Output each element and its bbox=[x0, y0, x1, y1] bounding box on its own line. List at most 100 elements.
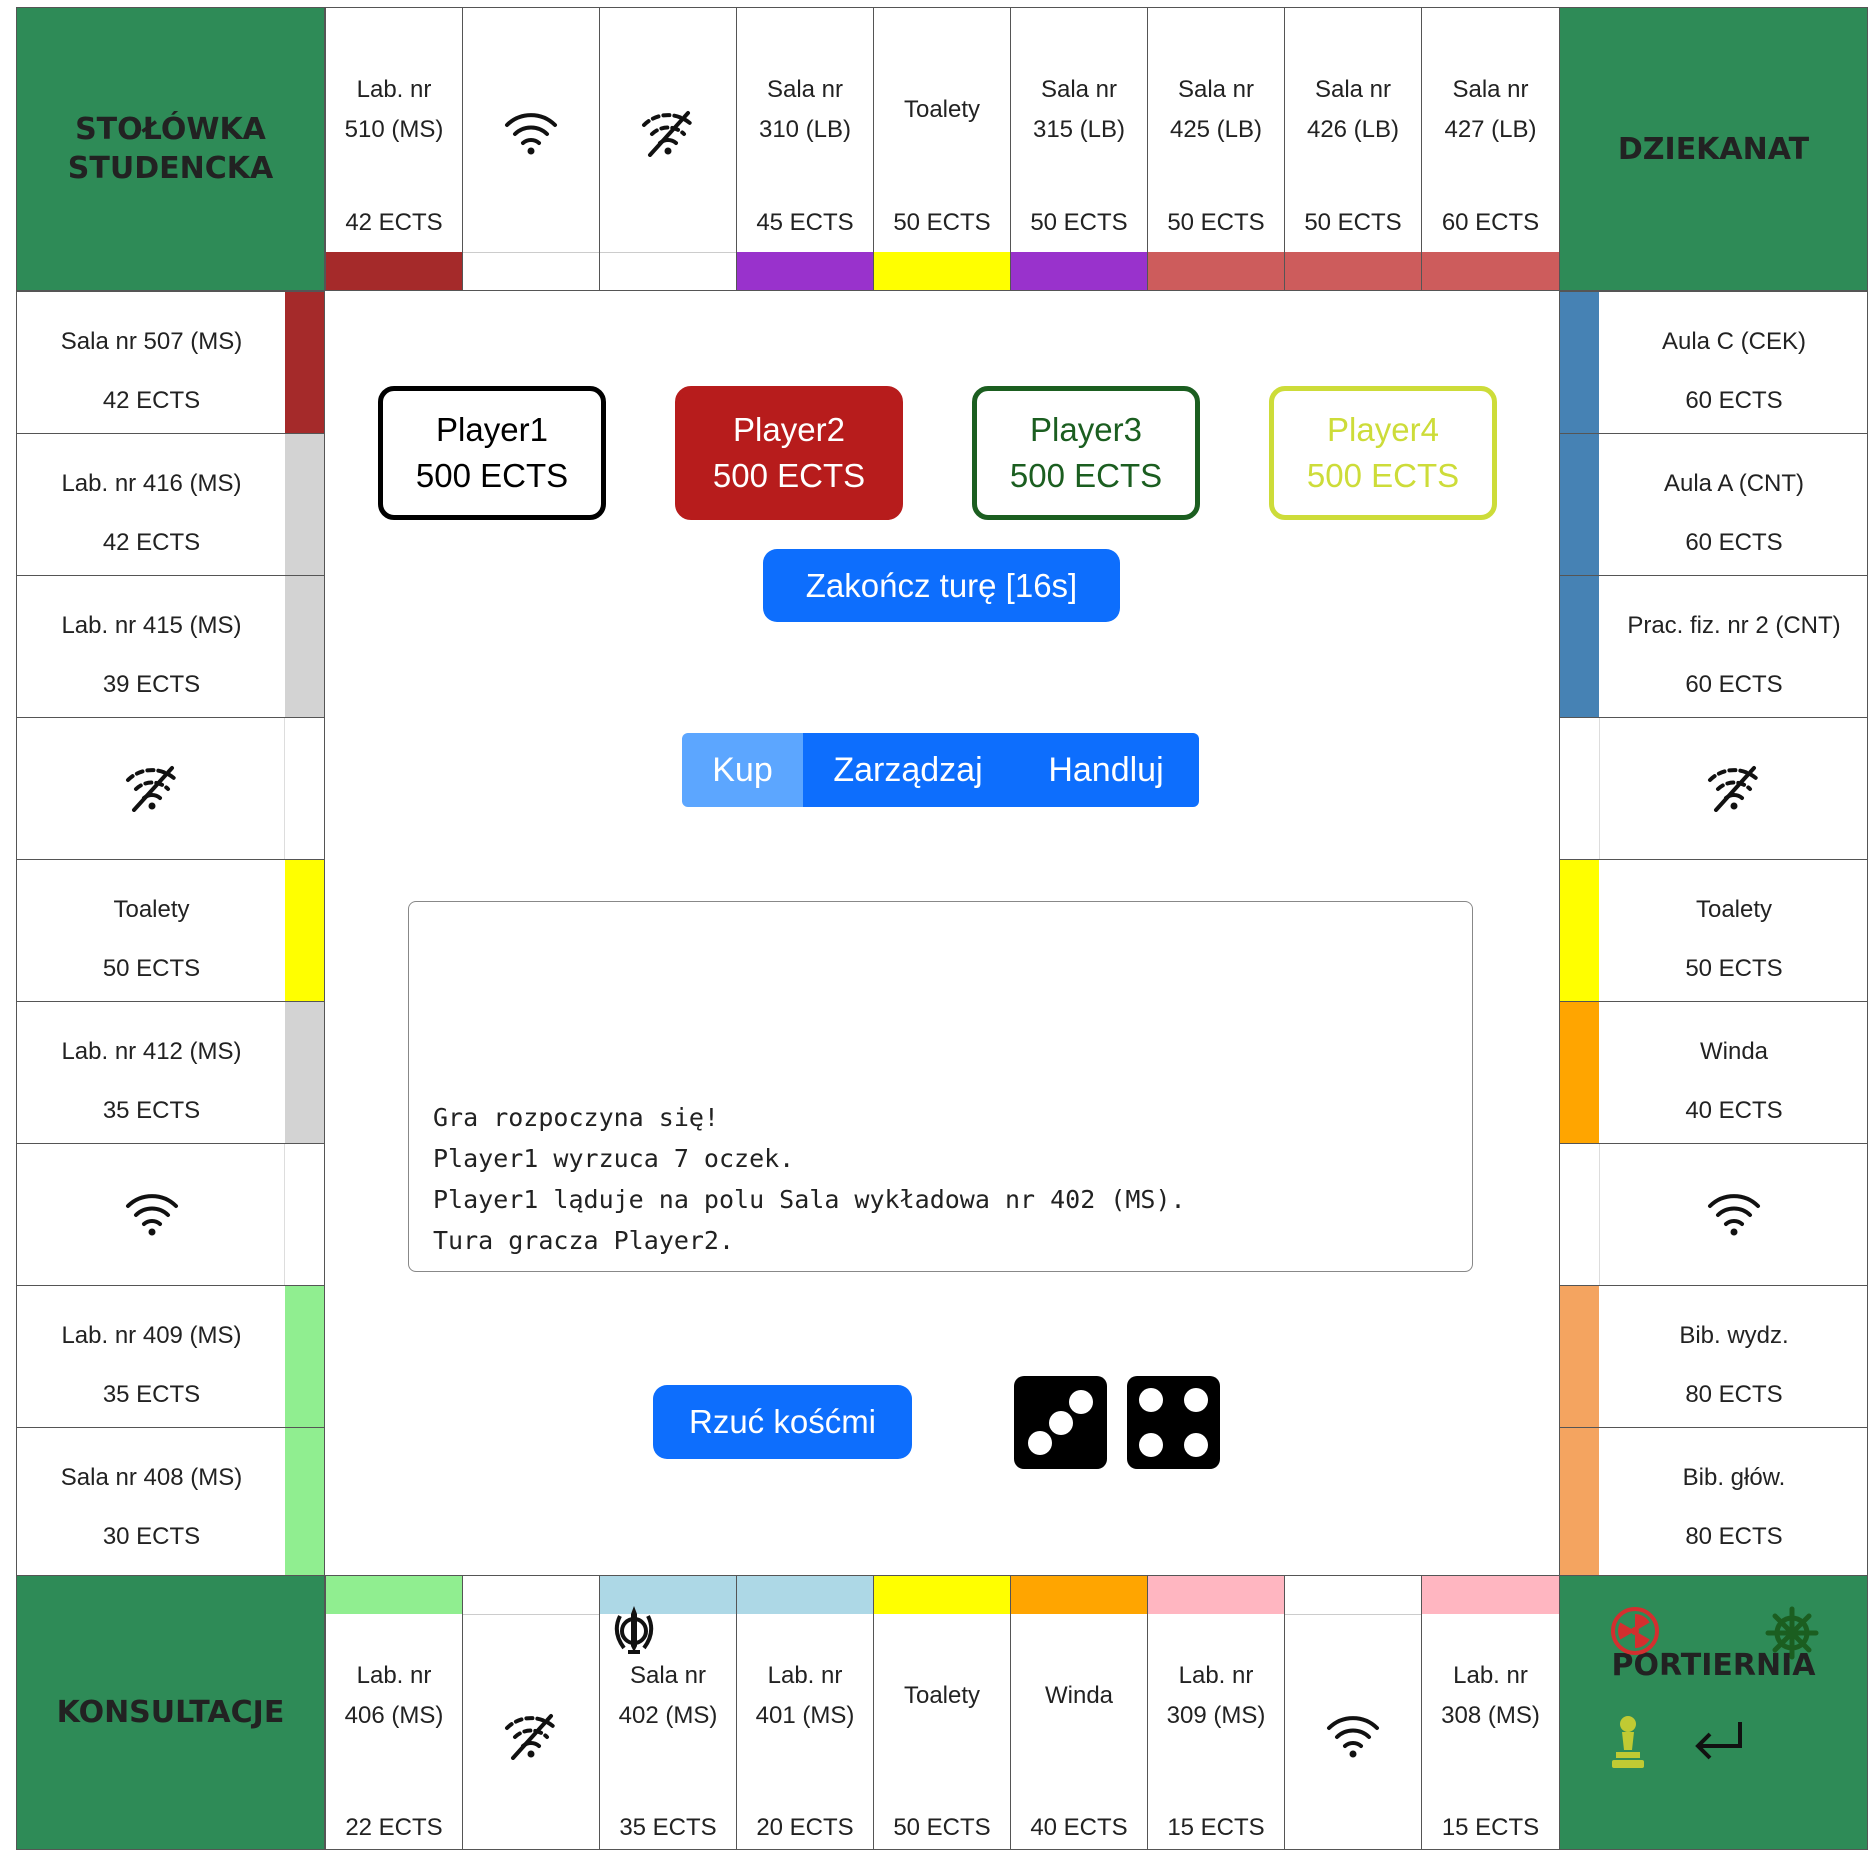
space-toalety-left[interactable]: Toalety 50 ECTS bbox=[16, 859, 325, 1002]
space-sala-426[interactable]: Sala nr 426 (LB) 50 ECTS bbox=[1284, 7, 1422, 291]
space-price: 15 ECTS bbox=[1441, 1814, 1540, 1841]
space-line1: Sala nr bbox=[766, 76, 844, 103]
space-sala-310[interactable]: Sala nr 310 (LB) 45 ECTS bbox=[736, 7, 874, 291]
space-lab-401[interactable]: Lab. nr 401 (MS) 20 ECTS bbox=[736, 1575, 874, 1850]
space-line2: 308 (MS) bbox=[1441, 1702, 1540, 1729]
wifi-icon bbox=[1708, 1194, 1760, 1236]
corner-dziekanat[interactable]: DZIEKANAT bbox=[1559, 7, 1868, 291]
space-toalety-top[interactable]: Toalety 50 ECTS bbox=[873, 7, 1011, 291]
space-price: 80 ECTS bbox=[1685, 1381, 1783, 1408]
color-bar bbox=[1422, 252, 1559, 290]
player-card-3[interactable]: Player3 500 ECTS bbox=[972, 386, 1200, 520]
space-wifi[interactable] bbox=[1559, 1143, 1868, 1286]
space-price: 60 ECTS bbox=[1685, 529, 1783, 556]
space-toalety-bottom[interactable]: Toalety 50 ECTS bbox=[873, 1575, 1011, 1850]
space-aula-c[interactable]: Aula C (CEK) 60 ECTS bbox=[1559, 291, 1868, 434]
player-card-4[interactable]: Player4 500 ECTS bbox=[1269, 386, 1497, 520]
space-sala-408[interactable]: Sala nr 408 (MS) 30 ECTS bbox=[16, 1427, 325, 1576]
space-lab-309[interactable]: Lab. nr 309 (MS) 15 ECTS bbox=[1147, 1575, 1285, 1850]
space-price: 39 ECTS bbox=[102, 671, 201, 698]
die-2 bbox=[1127, 1376, 1220, 1469]
player-card-2[interactable]: Player2 500 ECTS bbox=[675, 386, 903, 520]
space-price: 50 ECTS bbox=[1167, 209, 1265, 236]
space-price: 50 ECTS bbox=[893, 1814, 991, 1841]
space-price: 50 ECTS bbox=[893, 209, 991, 236]
space-lab-412[interactable]: Lab. nr 412 (MS) 35 ECTS bbox=[16, 1001, 325, 1144]
color-bar bbox=[1560, 292, 1599, 433]
corner-stolowka-line1: STOŁÓWKA bbox=[75, 112, 266, 147]
space-line1: Toalety bbox=[903, 96, 981, 123]
die-1 bbox=[1014, 1376, 1107, 1469]
space-name: Lab. nr 409 (MS) bbox=[61, 1322, 242, 1349]
space-toalety-right[interactable]: Toalety 50 ECTS bbox=[1559, 859, 1868, 1002]
tab-kup[interactable]: Kup bbox=[682, 733, 803, 807]
space-lab-510[interactable]: Lab. nr 510 (MS) 42 ECTS bbox=[325, 7, 463, 291]
space-sala-315[interactable]: Sala nr 315 (LB) 50 ECTS bbox=[1010, 7, 1148, 291]
space-wifi[interactable] bbox=[16, 1143, 325, 1286]
die-pip bbox=[1139, 1433, 1163, 1457]
space-line2: 315 (LB) bbox=[1032, 116, 1126, 143]
space-lab-416[interactable]: Lab. nr 416 (MS) 42 ECTS bbox=[16, 433, 325, 576]
space-line2: 510 (MS) bbox=[344, 116, 444, 143]
roll-dice-button[interactable]: Rzuć kośćmi bbox=[653, 1385, 912, 1459]
game-log[interactable]: Gra rozpoczyna się! Player1 wyrzuca 7 oc… bbox=[408, 901, 1473, 1272]
space-line2: 310 (LB) bbox=[758, 116, 852, 143]
space-bib-glow[interactable]: Bib. głów. 80 ECTS bbox=[1559, 1427, 1868, 1576]
space-price: 40 ECTS bbox=[1685, 1097, 1783, 1124]
space-aula-a[interactable]: Aula A (CNT) 60 ECTS bbox=[1559, 433, 1868, 576]
space-price: 42 ECTS bbox=[102, 529, 201, 556]
space-wifi-off[interactable] bbox=[462, 1575, 600, 1850]
space-sala-402[interactable]: Sala nr 402 (MS) 35 ECTS bbox=[599, 1575, 737, 1850]
action-tabs: Kup Zarządzaj Handluj bbox=[682, 733, 1199, 807]
end-turn-button[interactable]: Zakończ turę [16s] bbox=[763, 549, 1120, 622]
corner-dziekanat-label: DZIEKANAT bbox=[1617, 131, 1810, 167]
space-line1: Sala nr bbox=[1314, 76, 1392, 103]
space-wifi-off[interactable] bbox=[16, 717, 325, 860]
space-line1: Lab. nr bbox=[356, 76, 432, 103]
space-wifi-off[interactable] bbox=[599, 7, 737, 291]
color-bar bbox=[1560, 1428, 1599, 1575]
space-winda-right[interactable]: Winda 40 ECTS bbox=[1559, 1001, 1868, 1144]
color-bar bbox=[285, 1286, 324, 1427]
space-price: 60 ECTS bbox=[1441, 209, 1540, 236]
space-bib-wydz[interactable]: Bib. wydz. 80 ECTS bbox=[1559, 1285, 1868, 1428]
color-bar bbox=[326, 1576, 462, 1614]
corner-portiernia[interactable]: PORTIERNIA bbox=[1559, 1575, 1868, 1850]
space-wifi-off[interactable] bbox=[1559, 717, 1868, 860]
wifi-icon bbox=[505, 113, 557, 155]
space-lab-406[interactable]: Lab. nr 406 (MS) 22 ECTS bbox=[325, 1575, 463, 1850]
tab-zarzadzaj[interactable]: Zarządzaj bbox=[803, 733, 1013, 807]
log-line: Player1 wyrzuca 7 oczek. bbox=[433, 1144, 795, 1173]
color-bar bbox=[1560, 860, 1599, 1001]
space-sala-425[interactable]: Sala nr 425 (LB) 50 ECTS bbox=[1147, 7, 1285, 291]
player-ects: 500 ECTS bbox=[415, 457, 569, 494]
tab-handluj[interactable]: Handluj bbox=[1013, 733, 1199, 807]
space-line2: 402 (MS) bbox=[618, 1702, 718, 1729]
color-bar bbox=[326, 252, 462, 290]
space-prac-fiz-2[interactable]: Prac. fiz. nr 2 (CNT) 60 ECTS bbox=[1559, 575, 1868, 718]
color-bar bbox=[1560, 434, 1599, 575]
bar-blank bbox=[463, 252, 599, 253]
space-lab-409[interactable]: Lab. nr 409 (MS) 35 ECTS bbox=[16, 1285, 325, 1428]
player-card-1[interactable]: Player1 500 ECTS bbox=[378, 386, 606, 520]
space-wifi[interactable] bbox=[1284, 1575, 1422, 1850]
bar-blank bbox=[600, 252, 736, 253]
corner-stolowka[interactable]: STOŁÓWKA STUDENCKA bbox=[16, 7, 325, 291]
space-name: Lab. nr 416 (MS) bbox=[61, 470, 242, 497]
space-wifi[interactable] bbox=[462, 7, 600, 291]
space-sala-427[interactable]: Sala nr 427 (LB) 60 ECTS bbox=[1421, 7, 1560, 291]
space-winda-bottom[interactable]: Winda 40 ECTS bbox=[1010, 1575, 1148, 1850]
corner-konsultacje[interactable]: KONSULTACJE bbox=[16, 1575, 325, 1850]
color-bar bbox=[874, 1576, 1010, 1614]
space-line2: 425 (LB) bbox=[1169, 116, 1263, 143]
die-pip bbox=[1049, 1411, 1073, 1435]
corner-stolowka-label: STOŁÓWKA STUDENCKA bbox=[68, 110, 273, 188]
space-name: Aula C (CEK) bbox=[1661, 328, 1807, 355]
space-price: 42 ECTS bbox=[345, 209, 443, 236]
wifi-off-icon-wrap bbox=[600, 103, 736, 163]
space-sala-507[interactable]: Sala nr 507 (MS) 42 ECTS bbox=[16, 291, 325, 434]
player-ects: 500 ECTS bbox=[712, 457, 866, 494]
space-lab-415[interactable]: Lab. nr 415 (MS) 39 ECTS bbox=[16, 575, 325, 718]
space-lab-308[interactable]: Lab. nr 308 (MS) 15 ECTS bbox=[1421, 1575, 1560, 1850]
return-arrow-icon bbox=[1695, 1722, 1742, 1760]
